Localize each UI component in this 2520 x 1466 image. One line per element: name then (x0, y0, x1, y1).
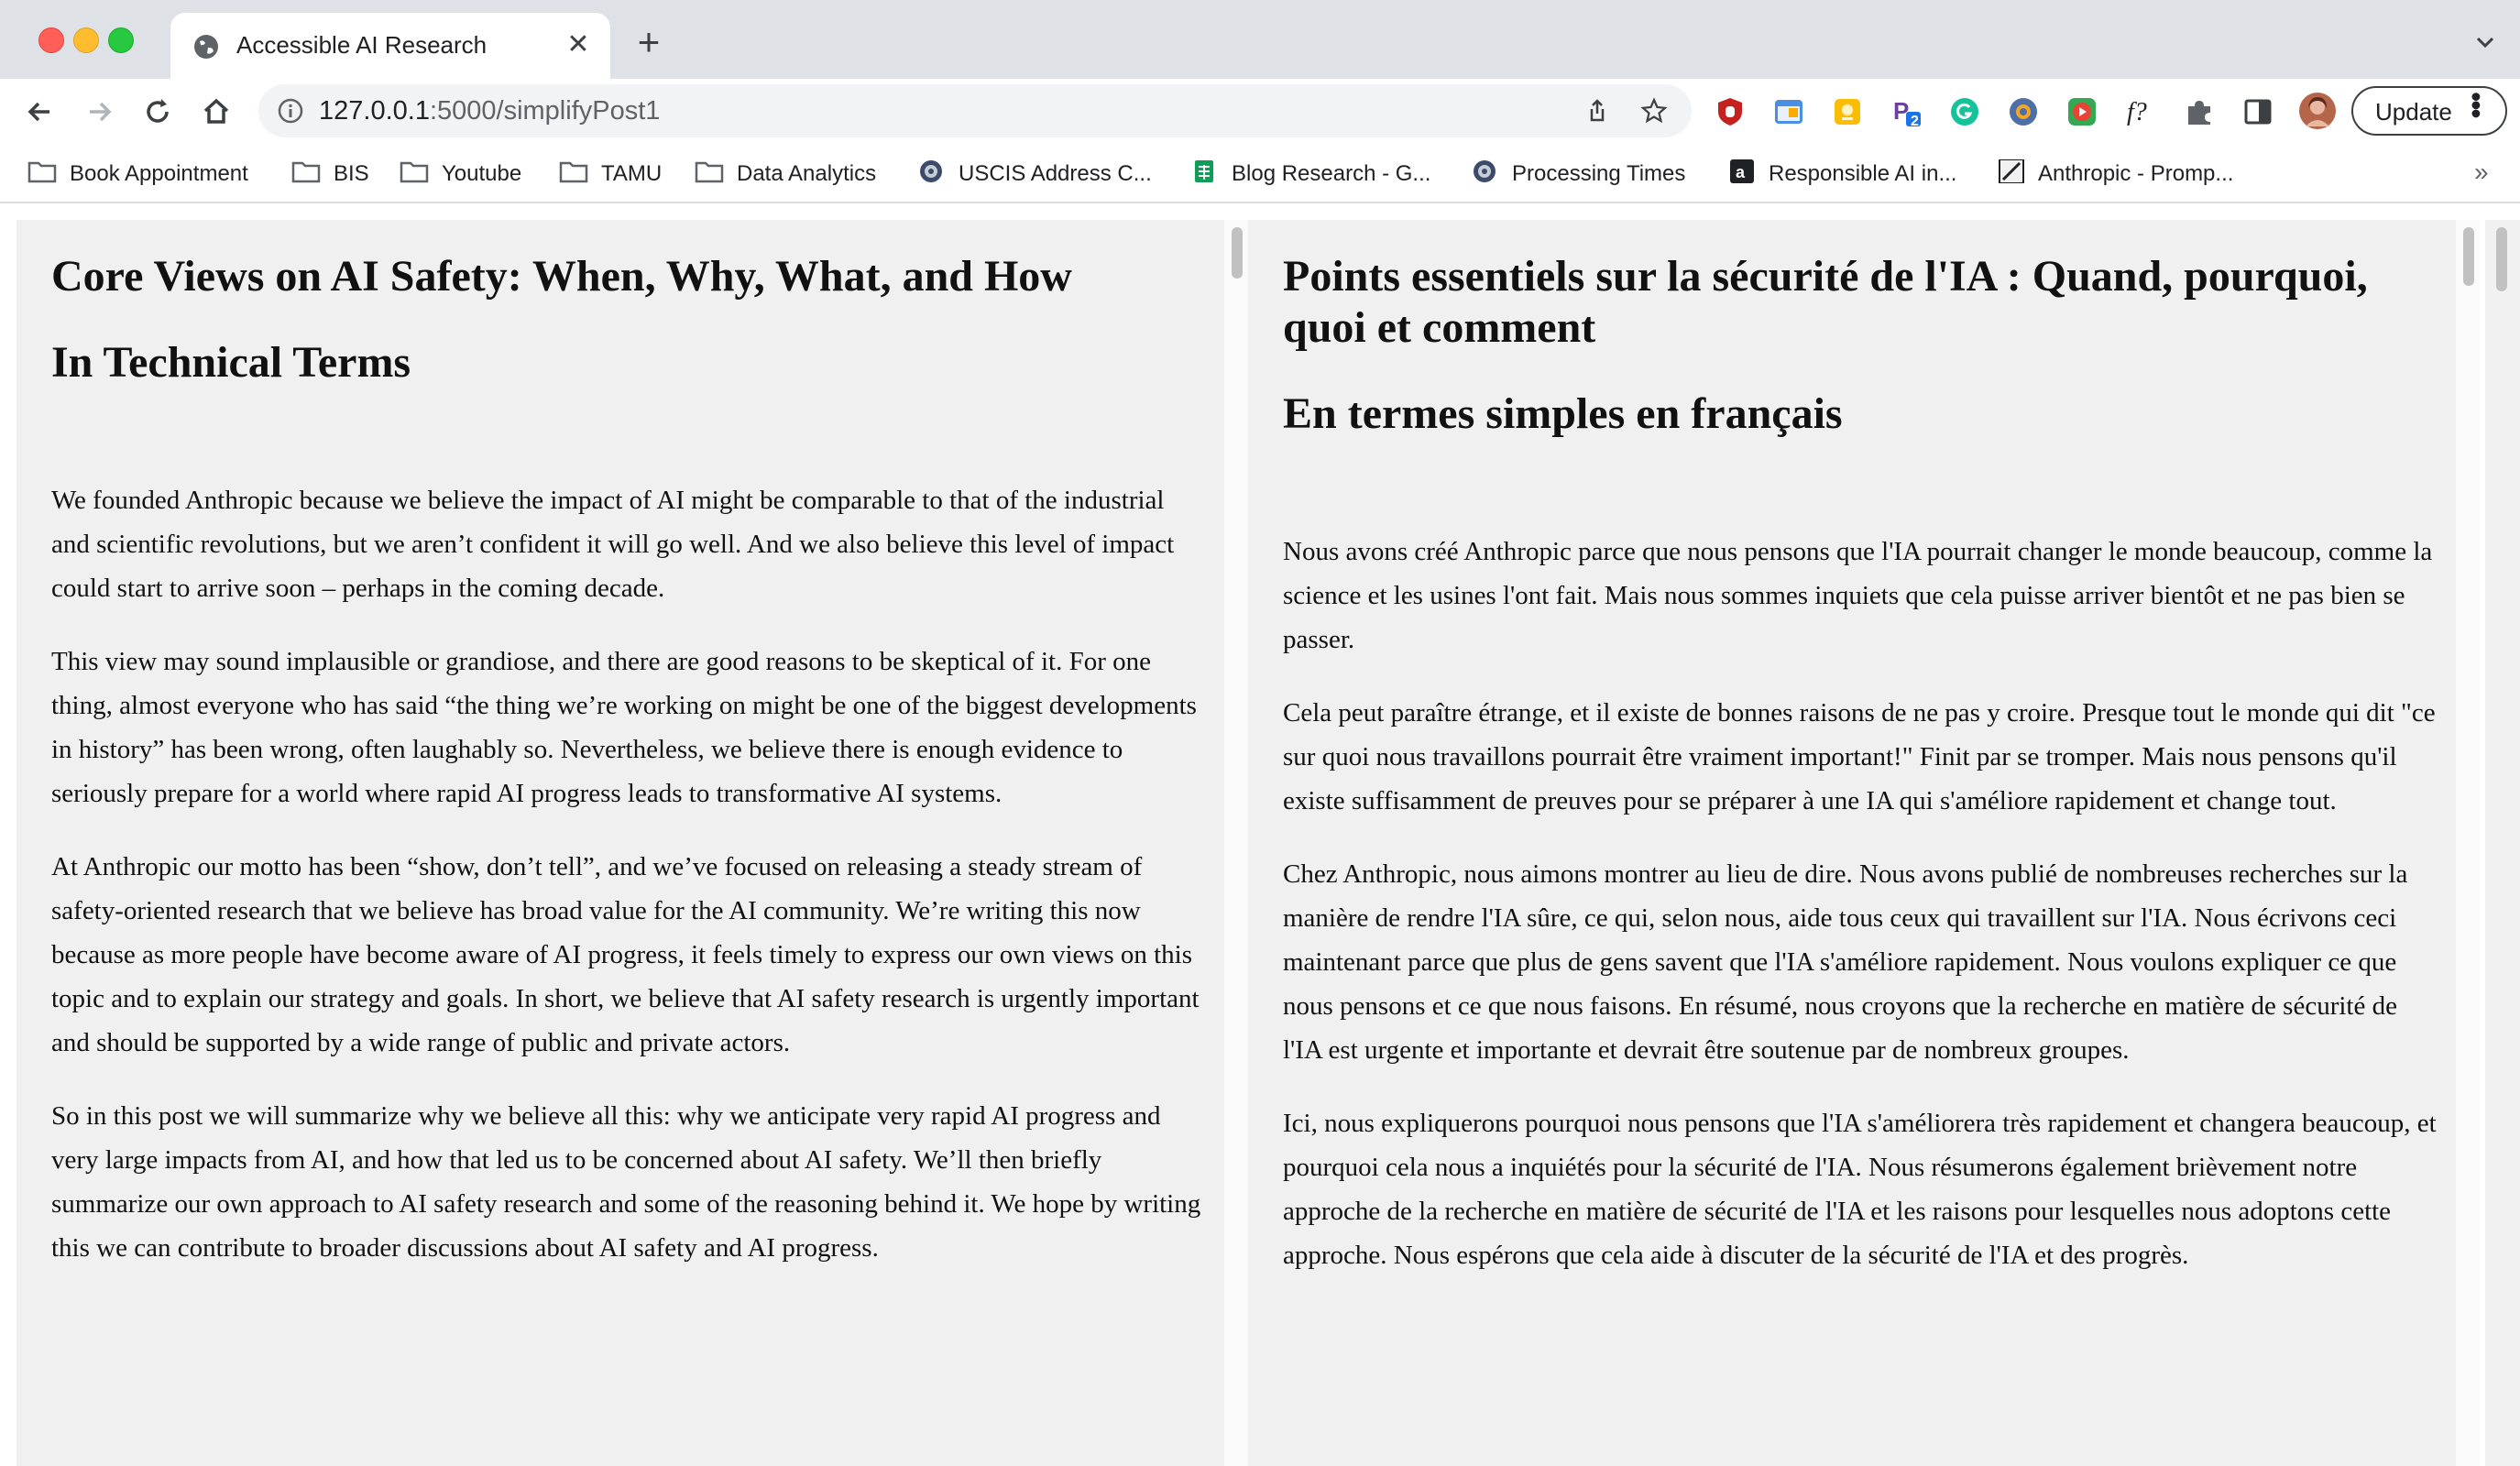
sheets-icon (1189, 159, 1219, 183)
folder-icon (695, 159, 724, 183)
url-text[interactable]: 127.0.0.1:5000/simplifyPost1 (319, 96, 660, 126)
browser-ext-icon[interactable] (2007, 95, 2040, 128)
bookmarks-bar: Book Appointment BIS Youtube TAMU Data Analy… (0, 145, 2520, 203)
anthropic-icon (1996, 159, 2025, 184)
left-paragraph: We founded Anthropic because we believe … (51, 486, 1175, 603)
close-window-button[interactable] (38, 27, 64, 53)
back-arrow-icon[interactable] (22, 93, 59, 130)
sticky-note-icon[interactable] (1831, 95, 1864, 128)
site-info-icon[interactable] (277, 97, 304, 125)
svg-text:f?: f? (2127, 98, 2147, 126)
right-title: Points essentiels sur la sécurité de l'I… (1283, 252, 2368, 352)
page-content: Core Views on AI Safety: When, Why, What… (0, 203, 2520, 1466)
left-title: Core Views on AI Safety: When, Why, What… (51, 252, 1072, 301)
bookmark-label: Processing Times (1512, 161, 1686, 186)
bookmark-label: Data Analytics (737, 161, 877, 186)
url-host: 127.0.0.1 (319, 96, 430, 126)
ublock-icon[interactable] (1714, 95, 1747, 128)
left-paragraph: At Anthropic our motto has been “show, d… (51, 852, 1200, 1057)
bookmark-star-icon[interactable] (1640, 97, 1668, 125)
more-bookmarks-icon[interactable]: » (2474, 158, 2489, 187)
bookmark-label: Book Appointment (70, 161, 248, 186)
left-paragraph: So in this post we will summarize why we… (51, 1101, 1201, 1263)
address-bar[interactable]: 127.0.0.1:5000/simplifyPost1 (258, 84, 1692, 137)
bookmark-item[interactable]: Processing Times (1470, 154, 1725, 191)
bookmark-label: Responsible AI in... (1769, 161, 1957, 186)
extension-badge: 2 (1911, 114, 1919, 129)
bookmark-item[interactable]: Youtube (400, 154, 555, 191)
page-scrollbar[interactable] (2485, 220, 2520, 1466)
folder-icon (559, 159, 588, 183)
chevron-down-icon[interactable] (2471, 27, 2500, 57)
bookmark-label: Youtube (442, 161, 522, 186)
right-subtitle: En termes simples en français (1283, 389, 1843, 438)
folder-icon (400, 159, 429, 183)
original-text-panel[interactable]: Core Views on AI Safety: When, Why, What… (16, 220, 1224, 1466)
browser-toolbar: 127.0.0.1:5000/simplifyPost1 P 2 f? Upda… (0, 79, 2520, 145)
folder-icon (27, 159, 57, 183)
share-icon[interactable] (1583, 97, 1611, 125)
right-scroll-thumb[interactable] (2463, 227, 2474, 286)
video-ext-icon[interactable] (2065, 95, 2098, 128)
bookmark-item[interactable]: Blog Research - G... (1189, 154, 1469, 191)
grammarly-icon[interactable] (1948, 95, 1981, 128)
folder-icon (291, 159, 321, 183)
bookmark-item[interactable]: a Responsible AI in... (1726, 154, 1992, 191)
right-paragraph: Cela peut paraître étrange, et il existe… (1283, 698, 2436, 815)
bookmark-item[interactable]: USCIS Address C... (916, 154, 1187, 191)
bookmark-item[interactable]: Anthropic - Promp... (1996, 154, 2262, 191)
side-panel-icon[interactable] (2241, 95, 2274, 128)
bookmark-label: Anthropic - Promp... (2038, 161, 2234, 186)
svg-text:a: a (1736, 163, 1746, 181)
minimize-window-button[interactable] (73, 27, 99, 53)
close-tab-icon[interactable]: ✕ (563, 29, 594, 60)
right-scrollbar[interactable] (2456, 220, 2480, 1466)
bookmark-item[interactable]: Data Analytics (695, 154, 915, 191)
home-icon[interactable] (198, 93, 235, 130)
tab-title: Accessible AI Research (236, 31, 488, 59)
bookmark-item[interactable]: BIS (291, 154, 397, 191)
simplified-text-panel[interactable]: Points essentiels sur la sécurité de l'I… (1248, 220, 2456, 1466)
page-scroll-thumb[interactable] (2496, 227, 2507, 291)
formula-icon[interactable]: f? (2124, 95, 2157, 128)
profile-avatar[interactable] (2298, 92, 2337, 130)
active-tab[interactable]: Accessible AI Research ✕ (170, 13, 610, 79)
tab-strip: Accessible AI Research ✕ + (0, 0, 2520, 79)
seal-icon (916, 159, 946, 183)
bookmark-label: BIS (334, 161, 369, 186)
left-subtitle: In Technical Terms (51, 338, 411, 387)
a-icon: a (1726, 159, 1756, 183)
globe-icon (194, 35, 218, 59)
more-menu-icon[interactable]: ••• (2459, 92, 2493, 117)
update-button[interactable]: Update ••• (2351, 86, 2507, 136)
bookmark-label: Blog Research - G... (1232, 161, 1431, 186)
forward-arrow-icon[interactable] (81, 93, 117, 130)
update-label: Update (2375, 98, 2452, 126)
right-paragraph: Ici, nous expliquerons pourquoi nous pen… (1283, 1109, 2437, 1270)
right-paragraph: Chez Anthropic, nous aimons montrer au l… (1283, 859, 2408, 1065)
bookmark-label: TAMU (601, 161, 663, 186)
bookmark-item[interactable]: Book Appointment (27, 154, 293, 191)
left-scroll-thumb[interactable] (1232, 227, 1243, 279)
url-path: :5000/simplifyPost1 (429, 96, 661, 126)
bookmark-item[interactable]: TAMU (559, 154, 692, 191)
right-paragraph: Nous avons créé Anthropic parce que nous… (1283, 537, 2433, 654)
reload-icon[interactable] (139, 93, 176, 130)
maximize-window-button[interactable] (108, 27, 134, 53)
left-paragraph: This view may sound implausible or grand… (51, 647, 1197, 808)
seal-icon (1470, 159, 1499, 183)
puzzle-icon[interactable] (2183, 95, 2216, 128)
left-scrollbar[interactable] (1224, 220, 1248, 1466)
tab-manager-icon[interactable] (1772, 95, 1805, 128)
bookmark-label: USCIS Address C... (959, 161, 1152, 186)
new-tab-button[interactable]: + (630, 23, 667, 61)
